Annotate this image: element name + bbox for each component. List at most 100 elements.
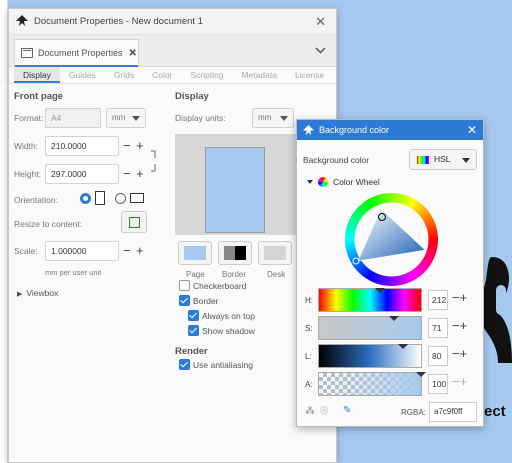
canvas-text-fragment: ect [484,403,506,420]
background-color-dialog: Background color ✕ Background color HSL … [296,119,484,427]
alpha-slider-marker [416,372,426,382]
height-label: Height: [14,169,41,179]
subtab-bar: Display Guides Grids Color Scripting Met… [9,67,336,84]
border-swatch-label: Border [222,270,247,279]
landscape-icon [130,193,144,203]
width-decrement-button[interactable]: − [123,139,131,153]
close-window-icon[interactable]: ✕ [315,14,326,30]
chevron-down-icon [462,158,470,167]
document-properties-window: Document Properties - New document 1 ✕ D… [8,8,337,463]
resize-page-icon [129,217,140,228]
saturation-slider[interactable] [318,316,422,340]
format-label: Format: [14,113,44,123]
scale-increment-button[interactable]: + [136,244,144,258]
portrait-icon [95,191,105,205]
border-label: Border [193,296,219,306]
landscape-radio[interactable] [115,193,126,204]
viewbox-expander[interactable]: ▶ Viewbox [17,288,58,298]
height-increment-button[interactable]: + [136,167,144,181]
hue-slider[interactable] [318,288,422,312]
color-manage-icon[interactable]: ◎ [320,405,329,416]
alpha-stepper[interactable]: −+ [452,374,467,389]
hsl-mode-icon [417,156,429,164]
color-wheel-icon [318,177,328,187]
color-wheel[interactable] [345,193,438,286]
color-harmony-icon[interactable]: ⁂ [305,406,315,417]
tab-document-properties[interactable]: Document Properties ✕ [14,39,139,67]
unit-dropdown[interactable]: mm [106,108,146,128]
width-increment-button[interactable]: + [136,139,144,153]
close-tab-icon[interactable]: ✕ [129,48,137,59]
checkerboard-checkbox[interactable] [179,280,190,291]
antialiasing-label: Use antialiasing [193,360,254,370]
lightness-slider[interactable] [318,344,422,368]
alpha-slider[interactable] [318,372,426,396]
width-input[interactable]: 210.0000 [45,136,119,156]
checkerboard-label: Checkerboard [193,281,247,291]
background-color-label: Background color [303,155,370,165]
desk-color-swatch [264,246,286,260]
scale-label: Scale: [14,246,38,256]
orientation-label: Orientation: [14,195,58,205]
always-on-top-checkbox[interactable] [188,310,199,321]
scale-unit-note: mm per user unit [45,268,102,277]
link-dimensions-icon[interactable] [149,149,157,173]
scale-input[interactable]: 1.000000 [45,241,119,261]
chevron-down-icon [307,180,313,187]
format-select[interactable]: A4 [45,108,101,128]
border-checkbox[interactable] [179,295,190,306]
lightness-input[interactable]: 80 [428,346,448,366]
viewbox-label: Viewbox [26,288,59,298]
subtab-metadata[interactable]: Metadata [233,67,286,83]
window-title: Document Properties - New document 1 [34,16,203,27]
color-wheel-expander[interactable]: Color Wheel [307,177,380,187]
subtab-color[interactable]: Color [143,67,181,83]
subtab-guides[interactable]: Guides [60,67,105,83]
page-thumbnail [205,147,265,233]
border-color-button[interactable] [218,241,252,265]
hue-label: H: [305,296,313,305]
antialiasing-checkbox[interactable] [179,359,190,370]
chevron-down-icon[interactable] [310,40,330,60]
hue-stepper[interactable]: −+ [452,290,467,305]
dialog-tab-bar: Document Properties ✕ [9,35,336,67]
render-heading: Render [175,346,208,357]
saturation-stepper[interactable]: −+ [452,318,467,333]
page-color-button[interactable] [178,241,212,265]
lightness-label: L: [305,352,312,361]
rgba-input[interactable]: a7c9f0ff [429,402,477,422]
eyedropper-icon[interactable]: ✎ [343,405,351,416]
resize-to-content-button[interactable] [121,211,147,233]
hue-input[interactable]: 212 [428,290,448,310]
border-color-swatch [224,246,246,260]
inkscape-logo-icon [303,124,314,135]
close-color-dialog-icon[interactable]: ✕ [467,123,477,137]
color-mode-value: HSL [434,154,451,164]
height-decrement-button[interactable]: − [123,167,131,181]
always-on-top-label: Always on top [202,311,255,321]
rgba-label: RGBA: [401,408,426,417]
display-units-dropdown[interactable]: mm [252,108,294,128]
subtab-grids[interactable]: Grids [105,67,143,83]
subtab-license[interactable]: License [286,67,333,83]
show-shadow-checkbox[interactable] [188,325,199,336]
color-mode-dropdown[interactable]: HSL [409,149,477,170]
display-heading: Display [175,91,209,102]
front-page-heading: Front page [14,91,64,102]
subtab-scripting[interactable]: Scripting [181,67,232,83]
desk-color-button[interactable] [258,241,292,265]
scale-decrement-button[interactable]: − [123,244,131,258]
display-units-label: Display units: [175,113,226,123]
height-input[interactable]: 297.0000 [45,164,119,184]
lightness-stepper[interactable]: −+ [452,346,467,361]
lightness-slider-marker [398,344,408,354]
canvas-ruler-strip [0,0,8,463]
portrait-radio[interactable] [80,193,91,204]
hue-slider-marker [375,288,385,298]
subtab-display[interactable]: Display [14,67,60,83]
saturation-input[interactable]: 71 [428,318,448,338]
inkscape-logo-icon [16,14,28,29]
alpha-input[interactable]: 100 [428,374,448,394]
color-dialog-titlebar: Background color ✕ [297,120,483,140]
color-wheel-label: Color Wheel [333,177,380,187]
